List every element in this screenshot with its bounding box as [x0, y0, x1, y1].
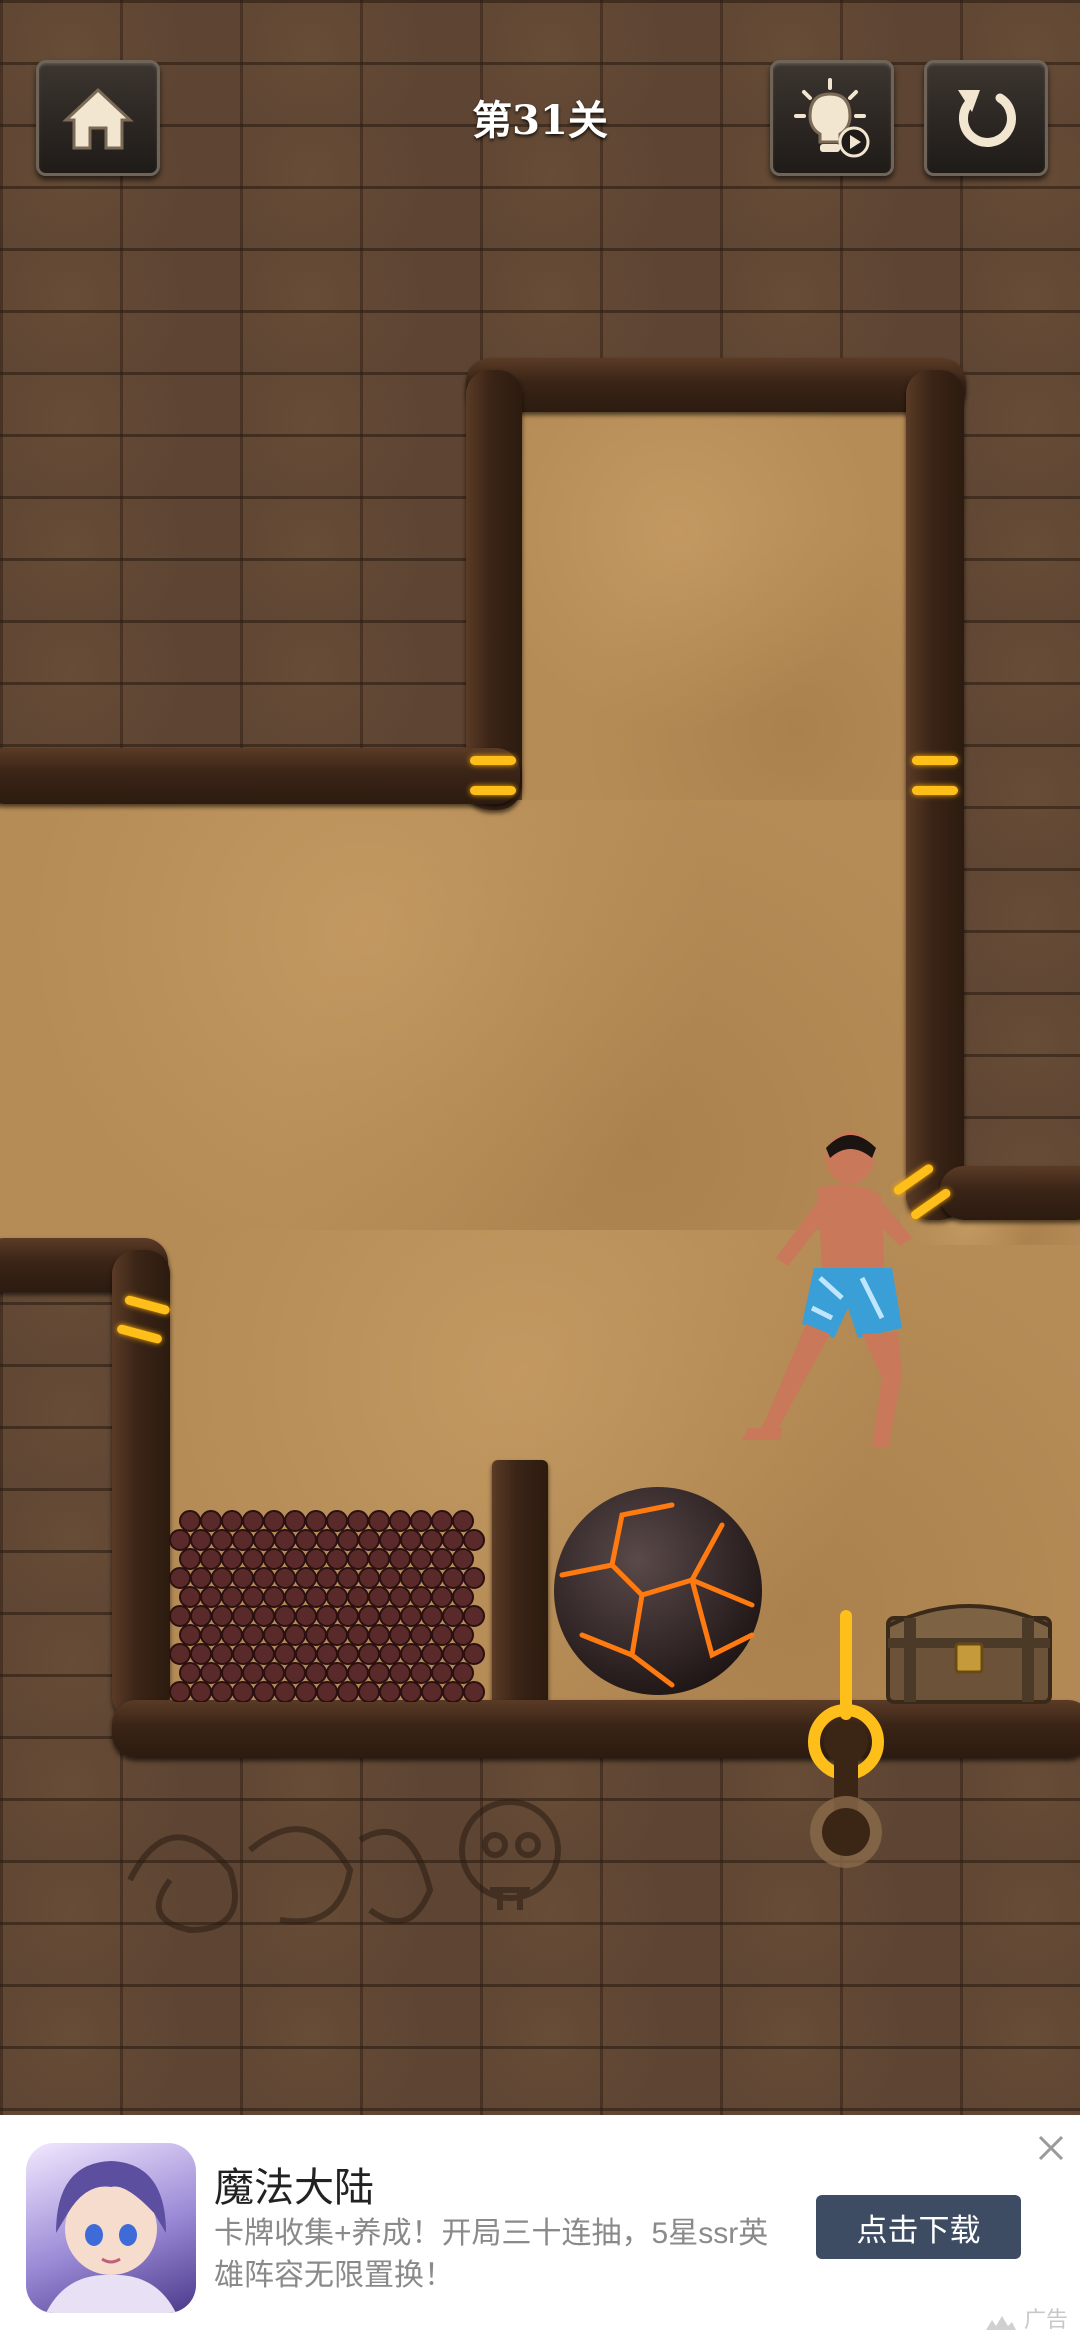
lava-boulder: [552, 1485, 764, 1697]
restart-icon: [958, 90, 1016, 147]
rock-pile: [168, 1480, 490, 1703]
log-divider: [492, 1460, 548, 1720]
ad-banner[interactable]: 魔法大陆 卡牌收集+养成！开局三十连抽，5星ssr英雄阵容无限置换！ 点击下载 …: [0, 2115, 1080, 2340]
hero-character: [722, 1128, 918, 1468]
sand-upper-shaft: [522, 410, 912, 810]
treasure-chest: [884, 1592, 1054, 1704]
download-button[interactable]: 点击下载: [816, 2195, 1021, 2259]
ad-app-icon[interactable]: [26, 2143, 196, 2313]
home-icon: [62, 87, 134, 150]
log-floor: [112, 1700, 1080, 1758]
restart-button[interactable]: [924, 60, 1048, 176]
hint-button[interactable]: [770, 60, 894, 176]
log-right-ledge: [940, 1166, 1080, 1220]
lightbulb-video-icon: [794, 78, 870, 158]
pull-pin[interactable]: [800, 1610, 892, 1870]
ad-title: 魔法大陆: [214, 2166, 374, 2210]
pin-top-right[interactable]: [912, 752, 958, 802]
ad-description: 卡牌收集+养成！开局三十连抽，5星ssr英雄阵容无限置换！: [214, 2217, 769, 2292]
log-top: [466, 358, 966, 412]
log-left-shelf: [0, 748, 520, 804]
game-area: 第31关: [0, 0, 1080, 2115]
close-icon[interactable]: [1034, 2131, 1068, 2165]
pin-top-left[interactable]: [470, 752, 516, 802]
wall-graffiti: [110, 1760, 570, 1960]
log-upper-left-post: [466, 370, 522, 810]
ad-network-logo: [986, 2316, 1016, 2330]
ad-tag: 广告: [1023, 2307, 1068, 2332]
level-title: 第31关: [472, 97, 608, 144]
home-button[interactable]: [36, 60, 160, 176]
